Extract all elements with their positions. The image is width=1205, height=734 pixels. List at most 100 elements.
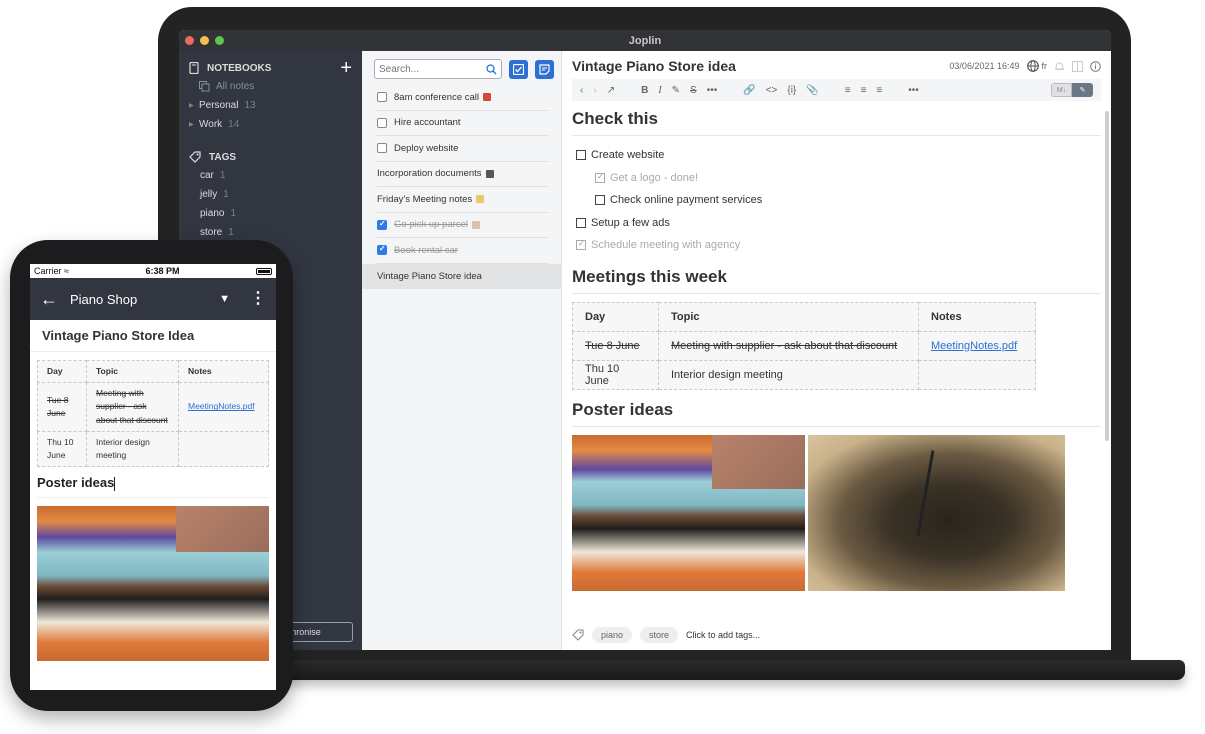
app-title: Joplin <box>628 34 662 47</box>
tag-name: store <box>200 227 223 238</box>
rich-text-mode-button[interactable]: ✎ <box>1072 83 1093 97</box>
code-icon[interactable]: <> <box>766 85 778 96</box>
meeting-notes-link[interactable]: MeetingNotes.pdf <box>931 340 1017 352</box>
link-icon[interactable]: 🔗 <box>743 85 755 96</box>
more-icon[interactable]: ••• <box>908 85 919 96</box>
editor-scrollbar[interactable] <box>1105 111 1109 441</box>
notebook-dropdown-icon[interactable]: ▼ <box>219 293 230 305</box>
checklist-item[interactable]: Setup a few ads <box>572 212 1101 235</box>
note-list-item[interactable]: Book rental car <box>377 238 549 264</box>
phone-note-title[interactable]: Vintage Piano Store Idea <box>30 320 276 352</box>
sidebar-item-work[interactable]: ▶ Work 14 <box>179 115 362 134</box>
spellcheck-language-button[interactable]: fr <box>1026 60 1047 72</box>
italic-icon[interactable]: I <box>658 85 661 96</box>
phone-header: ← Piano Shop ▼ ⋮ <box>30 278 276 320</box>
table-cell-day: Thu 10 June <box>572 359 659 390</box>
note-editor: Vintage Piano Store idea 03/06/2021 16:4… <box>562 51 1111 650</box>
note-list-item[interactable]: Go pick up parcel <box>377 213 549 238</box>
external-editor-icon[interactable]: ↗ <box>607 85 615 96</box>
todo-checkbox[interactable] <box>377 143 387 154</box>
more-menu-icon[interactable]: ⋮ <box>250 291 266 307</box>
todo-checkbox[interactable] <box>377 117 387 128</box>
split-view-icon[interactable] <box>1072 60 1083 72</box>
heading-check-this: Check this <box>572 109 1101 136</box>
globe-icon <box>1026 60 1039 72</box>
strikethrough-icon[interactable]: S <box>690 85 697 96</box>
more-icon[interactable]: ••• <box>707 85 718 96</box>
checkbox-checked[interactable] <box>595 172 605 183</box>
note-body[interactable]: Check this Create website Get a logo - d… <box>572 101 1101 591</box>
highlight-icon[interactable]: ✎ <box>672 85 680 96</box>
tag-icon <box>189 151 201 163</box>
tag-name: piano <box>200 208 225 219</box>
forward-icon[interactable]: › <box>593 85 596 96</box>
table-cell-notes: MeetingNotes.pdf <box>918 330 1036 361</box>
checklist-item[interactable]: Schedule meeting with agency <box>572 234 1101 257</box>
note-list-item[interactable]: Hire accountant <box>377 111 549 136</box>
expand-arrow-icon[interactable]: ▶ <box>189 102 199 109</box>
search-icon[interactable] <box>486 63 497 75</box>
heading-text: Poster ideas <box>37 475 115 491</box>
checklist-icon[interactable]: ≡ <box>876 85 882 96</box>
checklist-item[interactable]: Check online payment services <box>572 189 1101 212</box>
table-cell-day: Tue 8 June <box>37 382 87 432</box>
note-title-field[interactable]: Vintage Piano Store idea <box>572 58 949 74</box>
tag-pill-store[interactable]: store <box>640 627 679 643</box>
sidebar-tag-piano[interactable]: piano 1 <box>179 204 362 223</box>
editor-mode-toggle[interactable]: M↓ ✎ <box>1051 83 1093 97</box>
tag-count: 1 <box>228 227 234 238</box>
todo-checkbox-checked[interactable] <box>377 244 387 256</box>
attachment-icon[interactable]: 📎 <box>806 85 818 96</box>
todo-checkbox[interactable] <box>377 92 387 103</box>
table-header: Topic <box>86 359 179 384</box>
search-input[interactable] <box>379 63 486 75</box>
back-icon[interactable]: ‹ <box>580 85 583 96</box>
tag-icon[interactable] <box>572 629 584 641</box>
telephone-emoji-icon <box>483 93 492 102</box>
note-list-item-selected[interactable]: Vintage Piano Store idea <box>362 263 561 289</box>
note-list-item[interactable]: 8am conference call <box>377 85 549 111</box>
expand-arrow-icon[interactable]: ▶ <box>189 121 199 128</box>
heading-poster-ideas: Poster ideas <box>572 400 1101 427</box>
checklist-item[interactable]: Create website <box>572 144 1101 167</box>
sidebar-item-all-notes[interactable]: All notes <box>179 77 362 96</box>
tag-name: jelly <box>200 189 218 200</box>
notebooks-header: NOTEBOOKS + <box>179 51 362 78</box>
note-title: Deploy website <box>394 142 459 154</box>
checkbox[interactable] <box>595 195 605 206</box>
checklist-item[interactable]: Get a logo - done! <box>572 167 1101 190</box>
table-cell-topic: Meeting with supplier - ask about that d… <box>86 382 179 432</box>
memo-emoji-icon <box>476 195 485 204</box>
note-list-item[interactable]: Incorporation documents <box>377 162 549 187</box>
meetings-table: Day Topic Notes Tue 8 June Meeting with … <box>572 301 1036 390</box>
notebook-title: Piano Shop <box>70 291 138 307</box>
add-tags-button[interactable]: Click to add tags... <box>686 630 760 640</box>
numbered-list-icon[interactable]: ≡ <box>861 85 867 96</box>
checkbox[interactable] <box>576 217 586 228</box>
meeting-notes-link[interactable]: MeetingNotes.pdf <box>188 401 255 411</box>
sidebar-item-personal[interactable]: ▶ Personal 13 <box>179 96 362 115</box>
sidebar-tag-car[interactable]: car 1 <box>179 166 362 185</box>
search-box[interactable] <box>374 59 502 79</box>
new-note-button[interactable] <box>535 59 554 79</box>
new-todo-button[interactable] <box>509 59 528 79</box>
back-arrow-icon[interactable]: ← <box>40 289 58 310</box>
code-block-icon[interactable]: {i} <box>787 85 796 96</box>
heading-meetings: Meetings this week <box>572 267 1101 294</box>
tag-pill-piano[interactable]: piano <box>592 627 633 643</box>
note-list-item[interactable]: Friday's Meeting notes <box>377 187 549 213</box>
alarm-bell-icon[interactable] <box>1054 61 1065 72</box>
markdown-mode-button[interactable]: M↓ <box>1051 83 1072 97</box>
checkbox-checked[interactable] <box>576 239 586 251</box>
status-bar: Carrier ≈ 6:38 PM <box>30 264 276 278</box>
todo-checkbox-checked[interactable] <box>377 219 387 230</box>
bullet-list-icon[interactable]: ≡ <box>845 85 851 96</box>
bold-icon[interactable]: B <box>641 85 648 96</box>
wifi-icon: ≈ <box>64 266 69 276</box>
info-icon[interactable] <box>1090 60 1101 72</box>
sidebar-tag-jelly[interactable]: jelly 1 <box>179 185 362 204</box>
note-list-item[interactable]: Deploy website <box>377 136 549 162</box>
checkbox[interactable] <box>576 150 586 161</box>
add-notebook-button[interactable]: + <box>340 58 352 78</box>
phone-note-body[interactable]: Day Topic Notes Tue 8 June Meeting with … <box>30 352 276 669</box>
